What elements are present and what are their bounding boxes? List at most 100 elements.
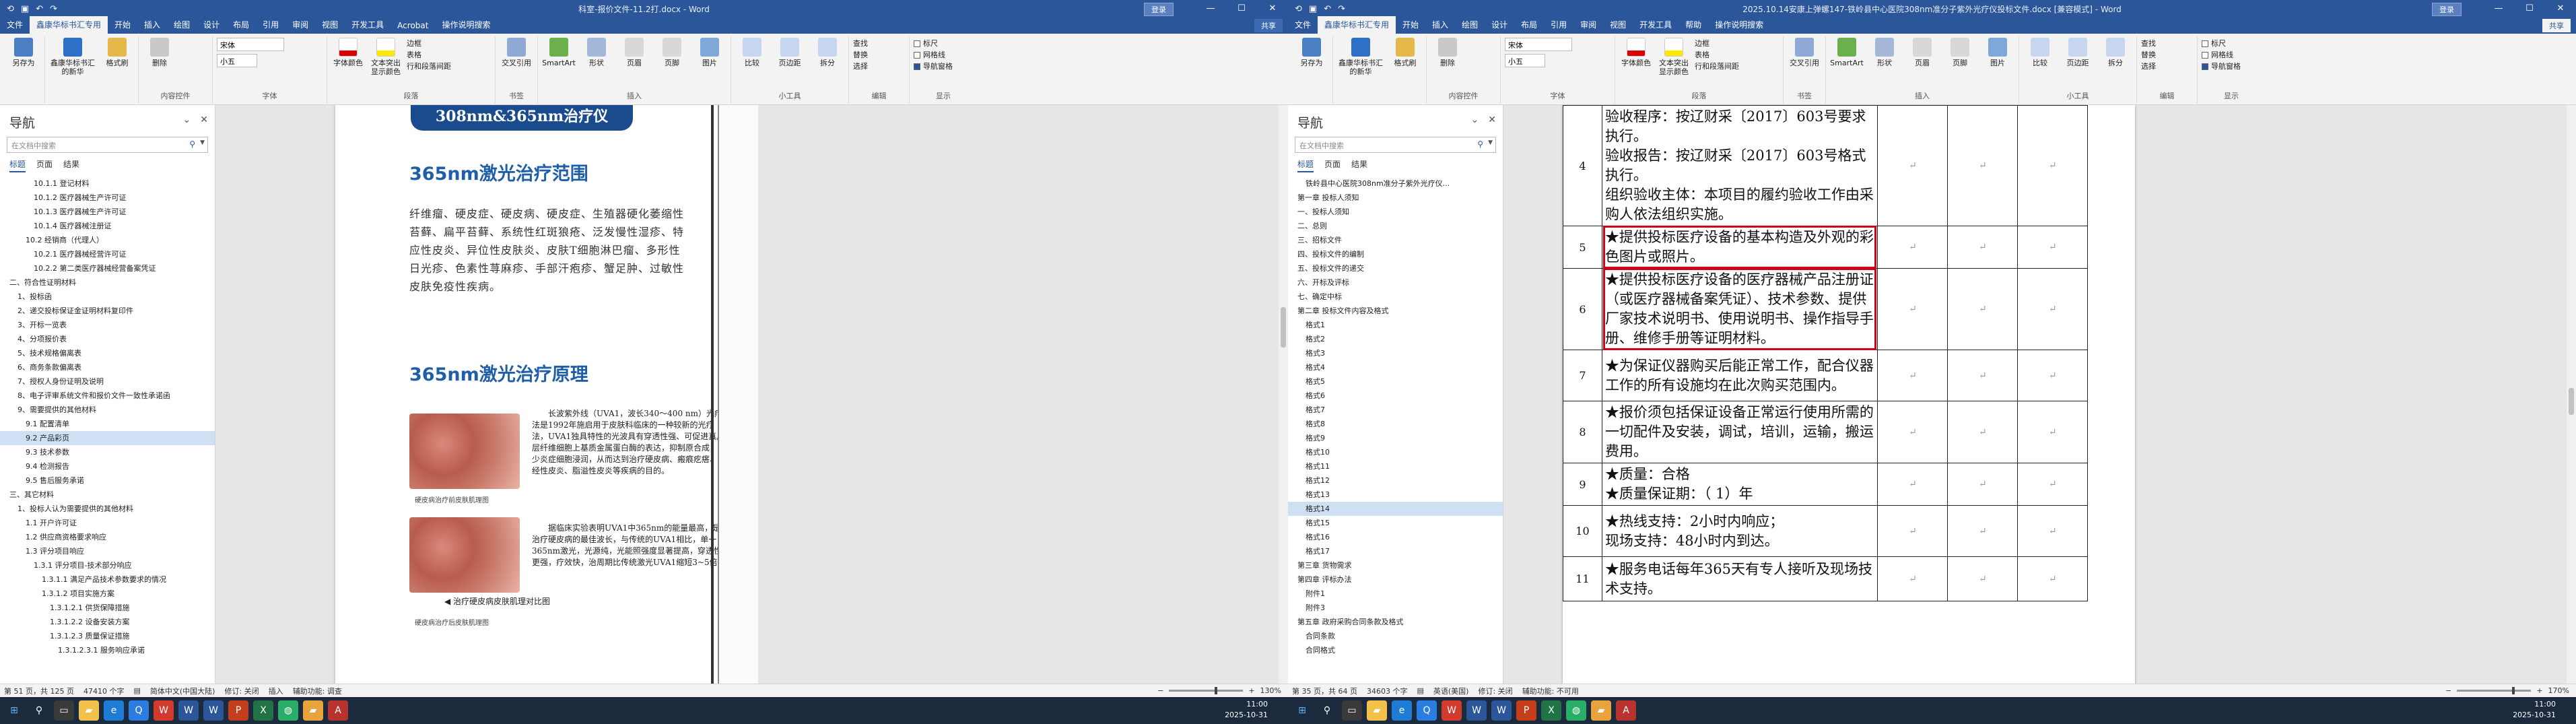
login-button[interactable]: 登录 [2432,3,2462,16]
response-cell[interactable]: ↵ [1947,556,2019,601]
spacing-item[interactable]: 行和段落间距 [407,61,451,72]
close-icon[interactable]: ✕ [1257,0,1288,18]
close-icon[interactable]: ✕ [1488,114,1496,125]
nav-heading-item[interactable]: 五、投标文件的递交 [1288,261,1503,275]
track-changes[interactable]: 修订: 关闭 [224,686,259,696]
nav-heading-item[interactable]: 格式4 [1288,360,1503,374]
folder-icon[interactable]: ▰ [303,700,323,721]
gridlines-checkbox[interactable]: 网格线 [2202,49,2233,61]
edge-icon[interactable]: e [104,700,124,721]
row-number[interactable]: 7 [1563,350,1602,401]
nav-heading-item[interactable]: 格式9 [1288,431,1503,445]
zoom-in-icon[interactable]: + [1248,686,1254,695]
border-item[interactable]: 边框 [1695,38,1739,49]
nav-tab-results[interactable]: 结果 [63,158,79,172]
wechat-icon[interactable]: ◍ [278,700,298,721]
tab-7[interactable]: 引用 [1544,16,1573,34]
zoom-level[interactable]: 130% [1260,686,1281,695]
biaoshu-button[interactable]: 鑫康华标书汇的新华 [49,38,96,76]
response-cell[interactable]: ↵ [1947,463,2019,506]
picture-button[interactable]: 图片 [1981,38,2014,67]
nav-heading-item[interactable]: 1、投标函 [0,290,215,304]
zoom-slider[interactable] [2457,687,2532,694]
biaoshu-button[interactable]: 鑫康华标书汇的新华 [1337,38,1384,76]
nav-heading-item[interactable]: 第一章 投标人须知 [1288,191,1503,205]
response-cell[interactable]: ↵ [1947,401,2019,463]
nav-heading-item[interactable]: 二、总则 [1288,219,1503,233]
delete-button[interactable]: 删除 [143,38,176,67]
split-button[interactable]: 拆分 [811,38,844,67]
accessibility[interactable]: 辅助功能: 不可用 [1522,686,1579,696]
footer-button[interactable]: 页脚 [655,38,689,67]
replace-button[interactable]: 替换 [853,49,868,61]
zoom-slider[interactable] [1169,687,1244,694]
task-view-icon[interactable]: ▭ [1342,700,1362,721]
smartart-button[interactable]: SmartArt [1830,38,1864,67]
nav-heading-item[interactable]: 10.2.1 医疗器械经营许可证 [0,247,215,261]
select-button[interactable]: 选择 [2141,61,2156,72]
nav-heading-item[interactable]: 9.2 产品彩页 [0,431,215,445]
close-icon[interactable]: ✕ [200,114,208,125]
row-number[interactable]: 4 [1563,105,1602,226]
font-name-box[interactable]: 宋体 [217,38,284,51]
nav-pane-checkbox[interactable]: 导航窗格 [914,61,953,72]
insert-mode[interactable]: 插入 [269,686,283,696]
row-number[interactable]: 10 [1563,505,1602,557]
autosave-icon[interactable]: ⟲ [7,4,14,14]
minimize-icon[interactable]: — [1195,0,1226,18]
tab-11[interactable]: Acrobat [391,18,435,34]
tab-4[interactable]: 绘图 [167,16,197,34]
share-button[interactable]: 共享 [1254,19,1283,32]
nav-tab-pages[interactable]: 页面 [1324,158,1341,172]
nav-heading-item[interactable]: 格式10 [1288,445,1503,459]
word-icon[interactable]: W [1491,700,1512,721]
file-explorer-icon[interactable]: ▰ [79,700,99,721]
row-number[interactable]: 11 [1563,556,1602,601]
response-cell[interactable]: ↵ [1947,105,2019,226]
excel-icon[interactable]: X [253,700,273,721]
powerpoint-icon[interactable]: P [228,700,248,721]
search-icon[interactable]: ⚲ [189,139,195,149]
nav-heading-item[interactable]: 格式5 [1288,374,1503,389]
page-count[interactable]: 第 35 页，共 64 页 [1292,686,1357,696]
chevron-down-icon[interactable]: ⌄ [183,114,191,125]
language[interactable]: 英语(美国) [1433,686,1469,696]
nav-heading-item[interactable]: 格式8 [1288,417,1503,431]
nav-heading-item[interactable]: 1.3 评分项目响应 [0,544,215,558]
shape-button[interactable]: 形状 [580,38,613,67]
close-icon[interactable]: ✕ [2545,0,2576,18]
requirement-cell[interactable]: ★提供投标医疗设备的医疗器械产品注册证（或医疗器械备案凭证）、技术参数、提供厂家… [1601,268,1878,350]
nav-heading-item[interactable]: 9.4 检测报告 [0,459,215,473]
find-button[interactable]: 查找 [853,38,868,49]
requirement-cell[interactable]: ★服务电话每年365天有专人接听及现场技术支持。 [1601,556,1878,601]
tab-2[interactable]: 开始 [1396,16,1425,34]
clock[interactable]: 11:00 2025-10-31 [1225,699,1268,721]
login-button[interactable]: 登录 [1144,3,1174,16]
save-icon[interactable]: ▣ [21,4,29,14]
dropdown-icon[interactable]: ▼ [200,139,205,146]
maximize-icon[interactable]: ☐ [1226,0,1257,18]
nav-heading-item[interactable]: 1.3.1.2.2 设备安装方案 [0,615,215,629]
tab-12[interactable]: 操作说明搜索 [1708,16,1770,34]
nav-heading-item[interactable]: 格式3 [1288,346,1503,360]
language[interactable]: 简体中文(中国大陆) [150,686,215,696]
footer-button[interactable]: 页脚 [1943,38,1977,67]
nav-heading-item[interactable]: 5、技术规格偏离表 [0,346,215,360]
cross-reference-button[interactable]: 交叉引用 [500,38,533,67]
nav-heading-item[interactable]: 4、分项报价表 [0,332,215,346]
response-cell[interactable]: ↵ [1947,350,2019,401]
nav-heading-item[interactable]: 格式7 [1288,403,1503,417]
nav-heading-item[interactable]: 第三章 货物需求 [1288,558,1503,572]
row-number[interactable]: 8 [1563,401,1602,463]
spacing-item[interactable]: 行和段落间距 [1695,61,1739,72]
pdf-icon[interactable]: A [1616,700,1636,721]
font-color-button[interactable]: 字体颜色 [331,38,365,67]
tab-0[interactable]: 文件 [1288,16,1318,34]
tab-8[interactable]: 审阅 [1573,16,1603,34]
autosave-icon[interactable]: ⟲ [1295,4,1302,14]
search-icon[interactable]: ⚲ [1317,700,1337,721]
tab-7[interactable]: 引用 [256,16,285,34]
margins-button[interactable]: 页边距 [2061,38,2095,67]
nav-heading-item[interactable]: 2、递交投标保证金证明材料复印件 [0,304,215,318]
zoom-in-icon[interactable]: + [2536,686,2542,695]
